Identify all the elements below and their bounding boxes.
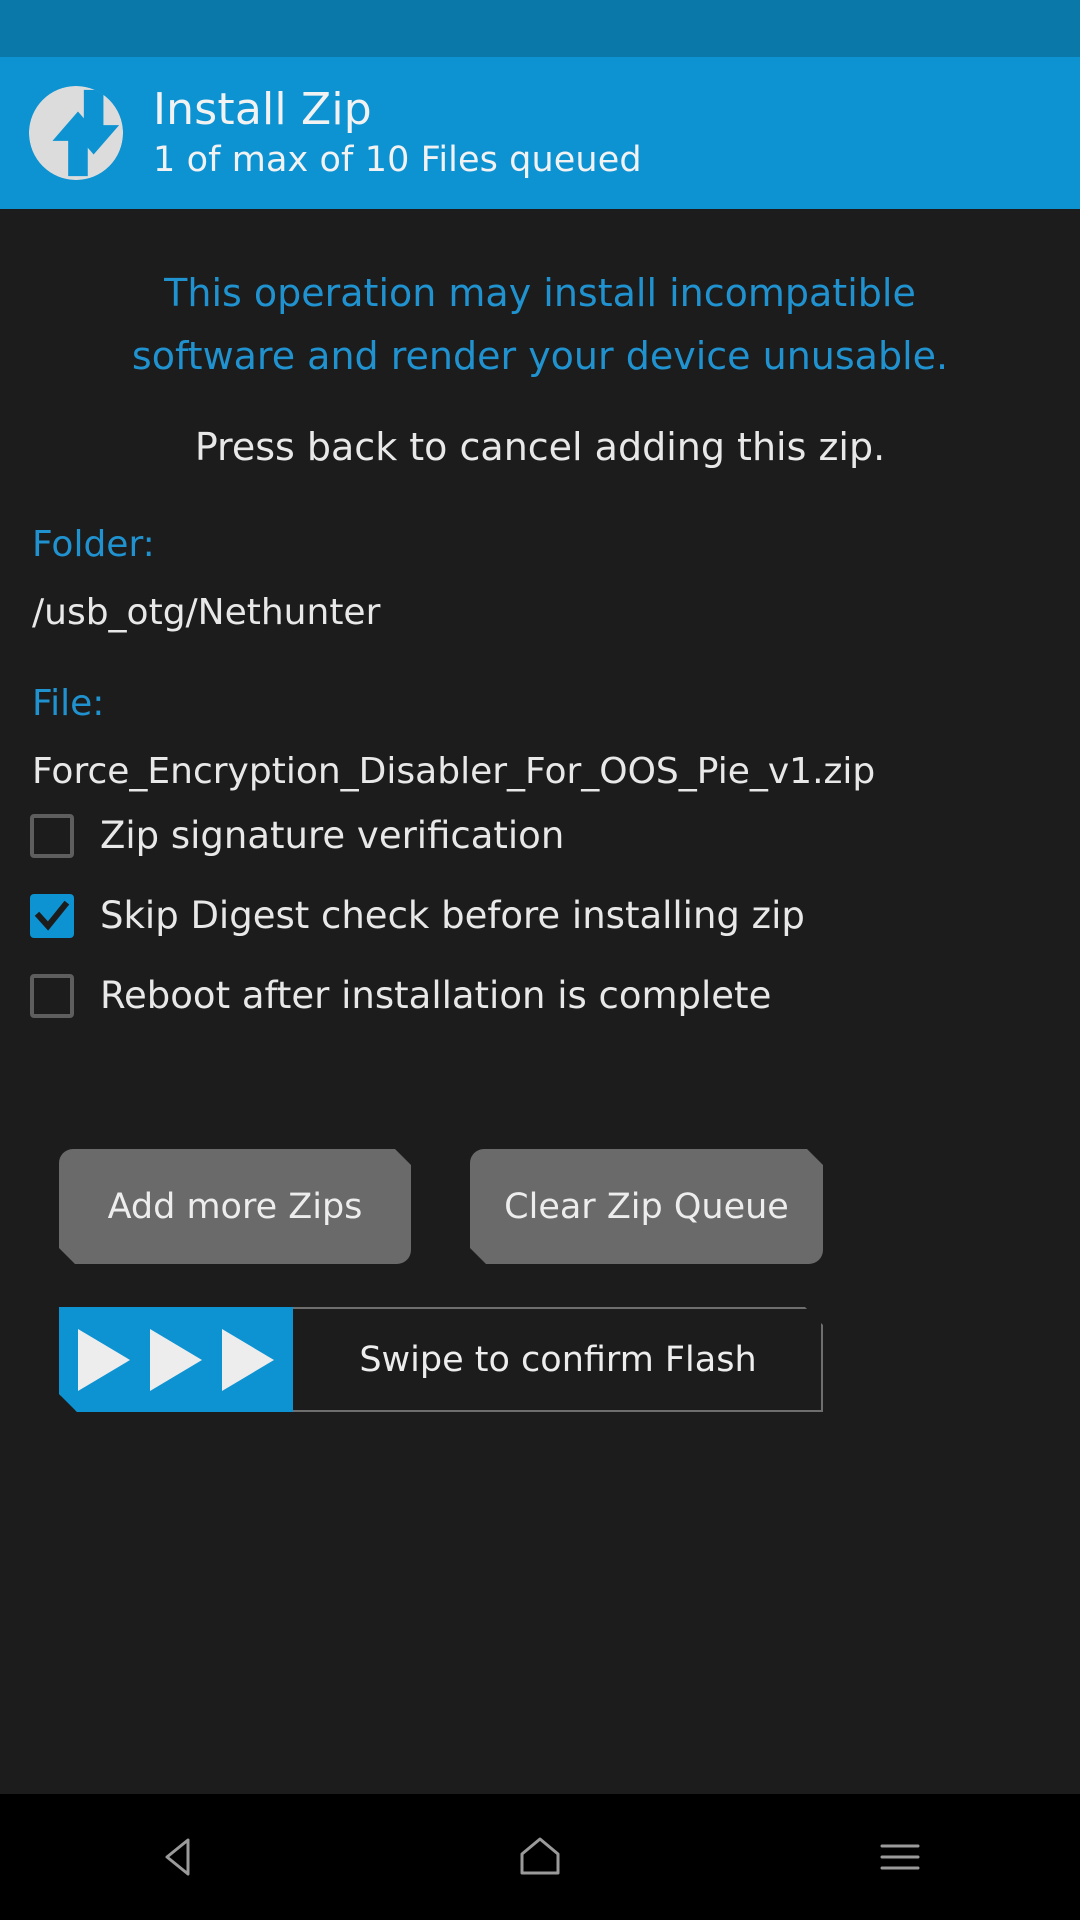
twrp-logo-icon	[27, 84, 125, 182]
folder-label: Folder:	[32, 524, 155, 565]
app-header: Install Zip 1 of max of 10 Files queued	[0, 57, 1080, 209]
back-icon	[165, 1838, 190, 1876]
folder-value: /usb_otg/Nethunter	[32, 592, 381, 633]
add-more-zips-button[interactable]: Add more Zips	[59, 1149, 411, 1264]
warning-line-2: software and render your device unusable…	[131, 334, 949, 378]
swipe-handle[interactable]	[59, 1307, 293, 1412]
home-icon	[520, 1837, 560, 1875]
play-arrow-icon	[74, 1327, 134, 1393]
option-label: Reboot after installation is complete	[100, 974, 772, 1017]
play-arrow-icon	[218, 1327, 278, 1393]
clear-zip-queue-button[interactable]: Clear Zip Queue	[470, 1149, 823, 1264]
action-button-row: Add more Zips Clear Zip Queue	[0, 1149, 1080, 1264]
file-field: File: Force_Encryption_Disabler_For_OOS_…	[32, 680, 875, 796]
warning-message: This operation may install incompatible …	[0, 262, 1080, 388]
menu-icon	[880, 1844, 920, 1870]
checkbox-reboot-after-installation[interactable]	[30, 974, 74, 1018]
status-bar	[0, 0, 1080, 57]
option-label: Skip Digest check before installing zip	[100, 894, 805, 937]
warning-line-1: This operation may install incompatible	[164, 271, 916, 315]
play-arrow-icon	[146, 1327, 206, 1393]
check-icon	[34, 900, 70, 931]
file-value: Force_Encryption_Disabler_For_OOS_Pie_v1…	[32, 751, 876, 792]
option-row-reboot-after-installation[interactable]: Reboot after installation is complete	[30, 956, 1050, 1036]
folder-field: Folder: /usb_otg/Nethunter	[32, 521, 380, 637]
queue-status-text: 1 of max of 10 Files queued	[153, 140, 642, 180]
checkbox-zip-signature-verification[interactable]	[30, 814, 74, 858]
swipe-to-confirm-slider[interactable]: Swipe to confirm Flash	[59, 1307, 823, 1412]
header-text-block: Install Zip 1 of max of 10 Files queued	[153, 88, 642, 178]
option-row-skip-digest-check[interactable]: Skip Digest check before installing zip	[30, 876, 1050, 956]
options-list: Zip signature verification Skip Digest c…	[30, 796, 1050, 1036]
page-title: Install Zip	[153, 84, 372, 135]
nav-back-button[interactable]	[0, 1794, 360, 1920]
content-area: This operation may install incompatible …	[0, 209, 1080, 1794]
nav-menu-button[interactable]	[720, 1794, 1080, 1920]
file-label: File:	[32, 683, 105, 724]
cancel-hint-text: Press back to cancel adding this zip.	[194, 425, 886, 469]
option-label: Zip signature verification	[100, 814, 565, 857]
swipe-label: Swipe to confirm Flash	[359, 1339, 757, 1380]
option-row-zip-signature-verification[interactable]: Zip signature verification	[30, 796, 1050, 876]
checkbox-skip-digest-check[interactable]	[30, 894, 74, 938]
system-navigation-bar	[0, 1794, 1080, 1920]
twrp-install-zip-screen: Install Zip 1 of max of 10 Files queued …	[0, 0, 1080, 1920]
nav-home-button[interactable]	[360, 1794, 720, 1920]
